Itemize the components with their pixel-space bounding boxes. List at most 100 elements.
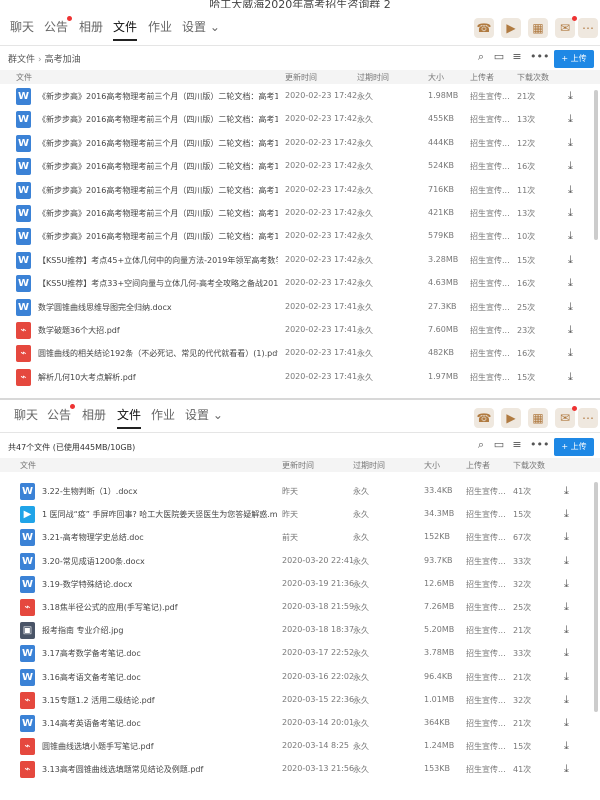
list-view-icon[interactable]: ≡ <box>510 438 524 451</box>
download-icon[interactable]: ⤓ <box>564 554 569 568</box>
download-icon[interactable]: ⤓ <box>564 600 569 614</box>
col-expire[interactable]: 过期时间 <box>353 460 385 471</box>
tab-chat[interactable]: 聊天 <box>10 18 34 35</box>
file-row[interactable]: W 3.20-常见成语1200条.docx 2020-03-20 22:41 永久 93… <box>0 550 600 573</box>
tab-files[interactable]: 文件 <box>113 18 138 41</box>
phone-icon[interactable]: ☎ <box>474 18 494 38</box>
upload-button[interactable]: + 上传 <box>554 50 594 68</box>
download-icon[interactable]: ⤓ <box>568 112 573 126</box>
tab-announcement[interactable]: 公告 <box>47 406 71 423</box>
download-icon[interactable]: ⤓ <box>564 507 569 521</box>
file-row[interactable]: ⌁ 3.15专题1.2 活用二级结论.pdf 2020-03-15 22:36 永久 1… <box>0 689 600 712</box>
download-icon[interactable]: ⤓ <box>564 716 569 730</box>
file-row[interactable]: ⌁ 3.18焦半径公式的应用(手写笔记).pdf 2020-03-18 21:59 永… <box>0 596 600 619</box>
download-icon[interactable]: ⤓ <box>564 693 569 707</box>
download-icon[interactable]: ⤓ <box>564 530 569 544</box>
video-icon[interactable]: ▶ <box>501 18 521 38</box>
download-icon[interactable]: ⤓ <box>568 300 573 314</box>
more-icon[interactable]: ⋯ <box>578 18 598 38</box>
file-row[interactable]: W 3.16高考语文备考笔记.doc 2020-03-16 22:02 永久 96.4K… <box>0 666 600 689</box>
tab-settings[interactable]: 设置 ⌄ <box>185 406 223 423</box>
file-row[interactable]: W 3.21-高考物理学史总结.doc 前天 永久 152KB 招生宣传... 67次 ⤓ <box>0 526 600 549</box>
phone-icon[interactable]: ☎ <box>474 408 494 428</box>
col-uploader[interactable]: 上传者 <box>470 72 494 83</box>
file-row[interactable]: W 3.22-生物判断（1）.docx 昨天 永久 33.4KB 招生宣传... 41次 ⤓ <box>0 480 600 503</box>
file-row[interactable]: W 《新步步高》2016高考物理考前三个月（四川版）二轮文档：高考13题逐... 2… <box>0 132 600 155</box>
file-row[interactable]: ⌁ 圆锥曲线选填小题手写笔记.pdf 2020-03-14 8:25 永久 1.24MB… <box>0 735 600 758</box>
col-file[interactable]: 文件 <box>20 460 36 471</box>
file-row[interactable]: ▣ 报考指南 专业介绍.jpg 2020-03-18 18:37 永久 5.20MB 招生… <box>0 619 600 642</box>
file-row[interactable]: W 【KS5U推荐】考点33+空间向量与立体几何-高考全攻略之备战2019年高..… <box>0 272 600 295</box>
list-view-icon[interactable]: ≡ <box>510 50 524 63</box>
toolbar: ⌕ ▭ ≡ ••• + 上传 <box>474 50 594 68</box>
col-size[interactable]: 大小 <box>424 460 440 471</box>
app-icon[interactable]: ▦ <box>528 18 548 38</box>
download-icon[interactable]: ⤓ <box>568 370 573 384</box>
download-icon[interactable]: ⤓ <box>564 762 569 776</box>
download-icon[interactable]: ⤓ <box>564 739 569 753</box>
download-icon[interactable]: ⤓ <box>568 346 573 360</box>
download-icon[interactable]: ⤓ <box>564 623 569 637</box>
folder-icon[interactable]: ▭ <box>492 50 506 63</box>
video-icon[interactable]: ▶ <box>501 408 521 428</box>
download-icon[interactable]: ⤓ <box>568 323 573 337</box>
download-icon[interactable]: ⤓ <box>564 646 569 660</box>
col-updated[interactable]: 更新时间 <box>285 72 317 83</box>
search-icon[interactable]: ⌕ <box>474 438 488 452</box>
file-row[interactable]: W 《新步步高》2016高考物理考前三个月（四川版）二轮文档：高考13题逐... 2… <box>0 108 600 131</box>
scrollbar[interactable] <box>594 482 598 712</box>
upload-button[interactable]: + 上传 <box>554 438 594 456</box>
download-icon[interactable]: ⤓ <box>568 229 573 243</box>
file-row[interactable]: W 《新步步高》2016高考物理考前三个月（四川版）二轮文档：高考13题逐... 2… <box>0 155 600 178</box>
scrollbar[interactable] <box>594 90 598 240</box>
file-row[interactable]: ▶ 1 医同战“疫” 手屏咋回事? 哈工大医院姜天竖医生为您答疑解惑.mp4 昨天 永… <box>0 503 600 526</box>
download-icon[interactable]: ⤓ <box>564 670 569 684</box>
download-icon[interactable]: ⤓ <box>568 136 573 150</box>
tab-album[interactable]: 相册 <box>79 18 103 35</box>
download-icon[interactable]: ⤓ <box>568 183 573 197</box>
file-row[interactable]: W 3.14高考英语备考笔记.doc 2020-03-14 20:01 永久 364KB… <box>0 712 600 735</box>
message-icon[interactable]: ✉ <box>555 406 577 428</box>
search-icon[interactable]: ⌕ <box>474 50 488 64</box>
col-file[interactable]: 文件 <box>16 72 32 83</box>
tab-homework[interactable]: 作业 <box>148 18 172 35</box>
col-size[interactable]: 大小 <box>428 72 444 83</box>
download-icon[interactable]: ⤓ <box>568 159 573 173</box>
tab-announcement[interactable]: 公告 <box>44 18 68 35</box>
more-options-icon[interactable]: ••• <box>530 50 549 63</box>
col-downloads[interactable]: 下载次数 <box>513 460 545 471</box>
file-row[interactable]: W 《新步步高》2016高考物理考前三个月（四川版）二轮文档：高考13题逐... 2… <box>0 202 600 225</box>
file-row[interactable]: W 3.17高考数学备考笔记.doc 2020-03-17 22:52 永久 3.78M… <box>0 642 600 665</box>
tab-settings[interactable]: 设置 ⌄ <box>182 18 220 35</box>
file-row[interactable]: W 数学圆锥曲线思维导图完全归纳.docx 2020-02-23 17:41 永久 27… <box>0 296 600 319</box>
download-icon[interactable]: ⤓ <box>568 89 573 103</box>
col-updated[interactable]: 更新时间 <box>282 460 314 471</box>
folder-icon[interactable]: ▭ <box>492 438 506 451</box>
file-row[interactable]: ⌁ 数学破题36个大招.pdf 2020-02-23 17:41 永久 7.60MB 招生… <box>0 319 600 342</box>
tab-chat[interactable]: 聊天 <box>14 406 38 423</box>
file-row[interactable]: ⌁ 圆锥曲线的相关结论192条（不必死记、常见的代代就看看）(1).pdf 2020… <box>0 342 600 365</box>
col-uploader[interactable]: 上传者 <box>466 460 490 471</box>
col-expire[interactable]: 过期时间 <box>357 72 389 83</box>
more-icon[interactable]: ⋯ <box>578 408 598 428</box>
file-row[interactable]: W 3.19-数学特殊结论.docx 2020-03-19 21:36 永久 12.6M… <box>0 573 600 596</box>
tab-album[interactable]: 相册 <box>82 406 106 423</box>
tab-files[interactable]: 文件 <box>117 406 142 429</box>
tab-homework[interactable]: 作业 <box>151 406 175 423</box>
more-options-icon[interactable]: ••• <box>530 438 549 451</box>
col-downloads[interactable]: 下载次数 <box>517 72 549 83</box>
download-icon[interactable]: ⤓ <box>568 276 573 290</box>
file-row[interactable]: ⌁ 3.13高考圆锥曲线选填题常见结论及例题.pdf 2020-03-13 21:5… <box>0 758 600 781</box>
file-row[interactable]: W 《新步步高》2016高考物理考前三个月（四川版）二轮文档：高考13题逐... 2… <box>0 179 600 202</box>
file-row[interactable]: W 【KS5U推荐】考点45+立体几何中的向量方法-2019年领军高考数学（理..… <box>0 249 600 272</box>
file-row[interactable]: ⌁ 解析几何10大考点解析.pdf 2020-02-23 17:41 永久 1.97MB… <box>0 366 600 389</box>
download-icon[interactable]: ⤓ <box>564 484 569 498</box>
download-icon[interactable]: ⤓ <box>564 577 569 591</box>
file-row[interactable]: W 《新步步高》2016高考物理考前三个月（四川版）二轮文档：高考13题逐... 2… <box>0 225 600 248</box>
download-icon[interactable]: ⤓ <box>568 206 573 220</box>
app-icon[interactable]: ▦ <box>528 408 548 428</box>
download-icon[interactable]: ⤓ <box>568 253 573 267</box>
file-row[interactable]: W 《新步步高》2016高考物理考前三个月（四川版）二轮文档：高考13题逐... 2… <box>0 85 600 108</box>
message-icon[interactable]: ✉ <box>555 16 577 38</box>
breadcrumb-root[interactable]: 群文件 <box>8 55 35 65</box>
